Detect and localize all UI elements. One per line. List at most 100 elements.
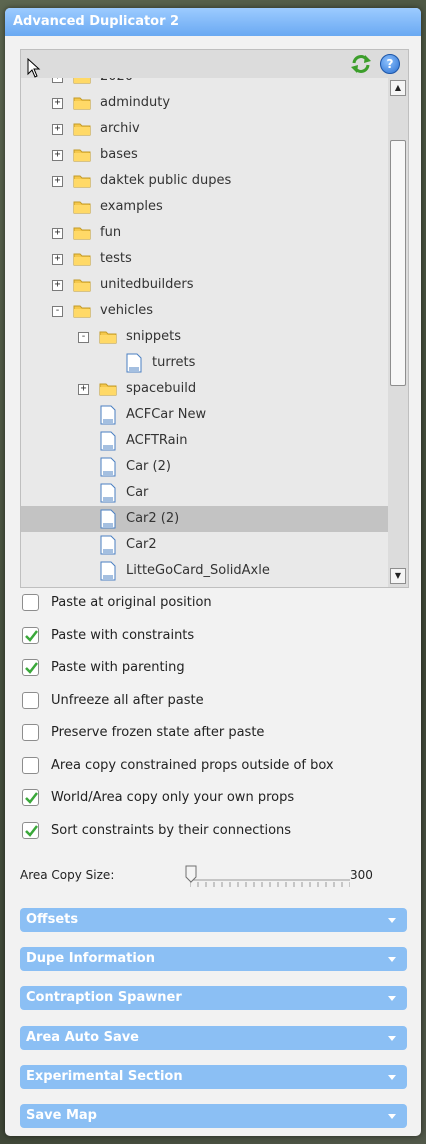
expand-icon[interactable]: + [52,150,63,161]
section-title: Contraption Spawner [26,990,182,1006]
refresh-icon[interactable] [350,54,372,74]
folder-icon [73,97,91,110]
tree-scrollbar[interactable]: ▲ ▼ [388,78,408,587]
tree-file-row[interactable]: ACFCar New [21,402,388,428]
section-title: Dupe Information [26,951,155,967]
scroll-thumb[interactable] [390,140,406,386]
tree-folder-row[interactable]: + bases [21,142,388,168]
tree-file-row[interactable]: Car [21,480,388,506]
tree-item-label: daktek public dupes [100,173,232,188]
checkmark-icon [25,824,38,837]
tree-item-label: Car [126,485,149,500]
scroll-up-button[interactable]: ▲ [390,80,406,96]
area-copy-size-label: Area Copy Size: [20,868,115,882]
expand-icon[interactable]: + [52,124,63,135]
tree-folder-row[interactable]: +2020 [21,78,388,90]
tree-folder-row[interactable]: + spacebuild [21,376,388,402]
tree-folder-row[interactable]: - vehicles [21,298,388,324]
collapse-icon[interactable]: - [78,332,89,343]
tree-folder-row[interactable]: + unitedbuilders [21,272,388,298]
window-titlebar[interactable]: Advanced Duplicator 2 [5,8,421,36]
section-title: Area Auto Save [26,1029,140,1045]
checkmark-icon [25,662,38,674]
tree-item-label: LitteGoCard_SolidAxle [126,563,270,578]
expand-icon[interactable]: + [52,98,63,109]
collapsible-section-header[interactable]: Offsets [20,908,407,932]
tree-folder-row[interactable]: - snippets [21,324,388,350]
file-icon [100,509,116,529]
tree-item-label: turrets [152,355,196,370]
tree-folder-row[interactable]: + adminduty [21,90,388,116]
option-checkbox[interactable] [22,691,39,709]
collapsible-section-header[interactable]: Save Map [20,1104,407,1128]
tree-item-label: examples [100,199,163,214]
expand-icon[interactable]: + [52,78,63,83]
folder-icon [73,227,91,240]
tree-file-row[interactable]: Car2 (2) [21,506,388,532]
browser-toolbar: ? [21,50,408,78]
option-checkbox[interactable] [22,724,39,741]
option-checkbox[interactable] [22,789,39,806]
option-checkbox[interactable] [22,756,39,774]
chevron-down-icon [388,957,396,963]
section-title: Experimental Section [26,1068,183,1084]
option-label: World/Area copy only your own props [51,790,295,805]
scroll-down-button[interactable]: ▼ [390,568,406,584]
tree-folder-row[interactable]: + archiv [21,116,388,142]
folder-icon [73,149,91,162]
tree-item-label: vehicles [100,303,154,318]
option-row[interactable]: Paste at original position [20,592,410,616]
expand-icon[interactable]: + [52,254,63,265]
folder-icon [73,78,91,84]
checkmark-icon [25,629,38,642]
collapsible-section-header[interactable]: Area Auto Save [20,1025,407,1050]
option-checkbox[interactable] [22,659,39,676]
tree-item-label: adminduty [100,95,171,110]
option-checkbox[interactable] [22,594,39,611]
file-icon [100,561,116,581]
option-row[interactable]: Paste with parenting [20,657,410,681]
tree-item-label: tests [100,251,132,266]
file-icon [100,431,116,451]
tree-folder-row[interactable]: + daktek public dupes [21,168,388,194]
tree-folder-row[interactable]: examples [21,194,388,220]
tree-item-label: snippets [126,329,181,344]
option-checkbox[interactable] [22,626,39,644]
tree-file-row[interactable]: turrets [21,350,388,376]
file-icon [100,535,116,555]
collapsible-section-header[interactable]: Dupe Information [20,947,407,972]
file-icon [100,405,116,425]
collapsible-section-header[interactable]: Experimental Section [20,1064,407,1089]
tree-file-row[interactable]: ACFTRain [21,428,388,454]
option-row[interactable]: Area copy constrained props outside of b… [20,755,410,779]
dupe-tree: +2020+adminduty+archiv+bases+daktek publ… [21,78,388,587]
option-label: Sort constraints by their connections [51,822,292,838]
option-row[interactable]: Paste with constraints [20,625,410,649]
tree-item-label: unitedbuilders [100,277,194,292]
option-label: Paste at original position [51,595,212,610]
option-row[interactable]: Preserve frozen state after paste [20,722,410,746]
chevron-down-icon [388,1114,396,1119]
expand-icon[interactable]: + [52,228,63,239]
option-row[interactable]: Sort constraints by their connections [20,820,410,844]
tree-file-row[interactable]: LitteGoCard_SolidAxle [21,558,388,584]
area-copy-size-slider-knob[interactable] [185,865,197,883]
folder-icon [73,279,91,292]
collapsible-section-header[interactable]: Contraption Spawner [20,986,407,1011]
expand-icon[interactable]: + [52,176,63,187]
chevron-down-icon [388,1074,396,1080]
expand-icon[interactable]: + [52,280,63,291]
option-label: Paste with parenting [51,660,185,675]
tree-item-label: 2020 [100,78,133,84]
help-icon[interactable]: ? [380,54,400,74]
option-checkbox[interactable] [22,821,39,839]
area-copy-size-track[interactable] [190,877,350,887]
tree-file-row[interactable]: Car2 [21,532,388,558]
tree-folder-row[interactable]: + tests [21,246,388,272]
expand-icon[interactable]: + [78,384,89,395]
tree-file-row[interactable]: Car (2) [21,454,388,480]
option-row[interactable]: World/Area copy only your own props [20,787,410,811]
collapse-icon[interactable]: - [52,306,63,317]
option-row[interactable]: Unfreeze all after paste [20,690,410,714]
tree-folder-row[interactable]: + fun [21,220,388,246]
